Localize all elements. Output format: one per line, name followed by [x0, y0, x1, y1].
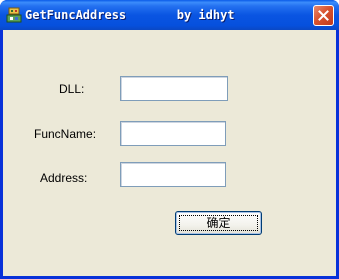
dll-input[interactable] — [120, 76, 228, 101]
window-title: GetFuncAddress by idhyt — [25, 8, 235, 22]
title-bar[interactable]: GetFuncAddress by idhyt — [0, 0, 339, 30]
ok-button[interactable]: 确定 — [175, 211, 262, 235]
ok-button-label: 确定 — [206, 216, 231, 230]
funcname-input[interactable] — [120, 121, 226, 146]
address-input[interactable] — [120, 162, 226, 187]
close-button[interactable] — [313, 5, 334, 26]
app-icon[interactable] — [6, 7, 22, 23]
dialog-client-area: DLL: FuncName: Address: 确定 — [3, 30, 336, 276]
address-label: Address: — [40, 171, 88, 185]
dll-label: DLL: — [59, 82, 85, 96]
main-window: GetFuncAddress by idhyt DLL: FuncName: A… — [0, 0, 339, 279]
funcname-label: FuncName: — [34, 127, 97, 141]
close-icon — [318, 10, 329, 21]
